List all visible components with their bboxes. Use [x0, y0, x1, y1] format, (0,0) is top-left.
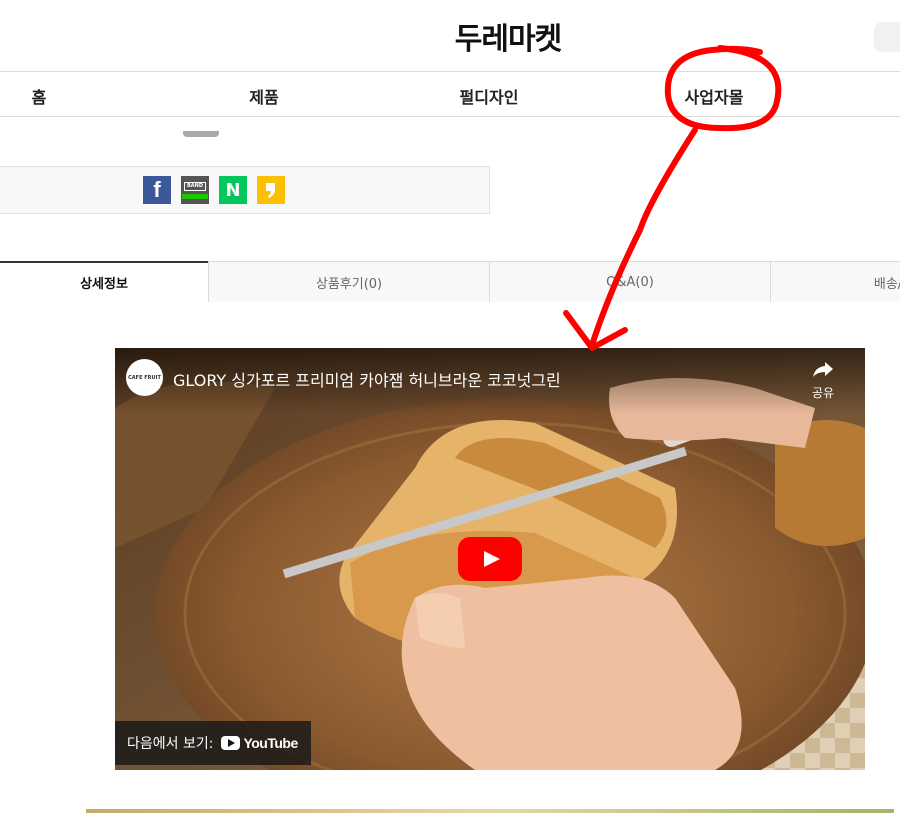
- watch-on-youtube[interactable]: 다음에서 보기: YouTube: [115, 721, 311, 765]
- kakao-story-icon[interactable]: [257, 176, 285, 204]
- channel-avatar[interactable]: CAFE FRUIT: [126, 359, 163, 396]
- kakao-story-glyph: [266, 183, 275, 198]
- nav-item-products[interactable]: 제품: [249, 84, 278, 108]
- search-box[interactable]: [874, 22, 900, 52]
- annotation-arrowhead: [563, 310, 628, 351]
- tab-reviews[interactable]: 상품후기(0): [208, 261, 490, 302]
- main-nav: 홈 제품 펄디자인 사업자몰: [0, 71, 900, 117]
- youtube-wordmark: YouTube: [243, 735, 298, 751]
- page: 두레마켓 홈 제품 펄디자인 사업자몰 f BAND N 상세정보 상품후기(0…: [0, 0, 900, 813]
- product-tabs: 상세정보 상품후기(0) Q&A(0) 배송/교환: [0, 261, 900, 302]
- nav-item-home[interactable]: 홈: [32, 84, 47, 108]
- nav-item-business-mall[interactable]: 사업자몰: [685, 84, 744, 108]
- gallery-handle[interactable]: [183, 131, 219, 137]
- play-button[interactable]: [458, 537, 522, 581]
- youtube-embed[interactable]: CAFE FRUIT GLORY 싱가포르 프리미엄 카야잼 허니브라운 코코넛…: [115, 348, 865, 770]
- tab-shipping[interactable]: 배송/교환: [770, 261, 900, 302]
- band-label: BAND: [184, 181, 206, 191]
- nav-item-pearl-design[interactable]: 펄디자인: [460, 84, 519, 108]
- youtube-logo: YouTube: [221, 735, 298, 751]
- next-image-edge: [86, 809, 894, 813]
- band-icon[interactable]: BAND: [181, 176, 209, 204]
- video-share-button[interactable]: 공유: [805, 360, 841, 401]
- tab-detail[interactable]: 상세정보: [0, 261, 209, 302]
- tab-qna[interactable]: Q&A(0): [489, 261, 771, 302]
- annotation-arrow: [589, 127, 698, 348]
- share-arrow-icon: [813, 362, 833, 377]
- watch-on-label: 다음에서 보기:: [127, 736, 214, 752]
- site-logo[interactable]: 두레마켓: [0, 14, 900, 58]
- band-stripe: [182, 193, 208, 199]
- facebook-icon[interactable]: f: [143, 176, 171, 204]
- video-title[interactable]: GLORY 싱가포르 프리미엄 카야잼 허니브라운 코코넛그린: [173, 367, 561, 391]
- play-icon: [484, 551, 500, 567]
- naver-icon[interactable]: N: [219, 176, 247, 204]
- video-share-label: 공유: [811, 386, 835, 400]
- youtube-icon: [221, 736, 241, 750]
